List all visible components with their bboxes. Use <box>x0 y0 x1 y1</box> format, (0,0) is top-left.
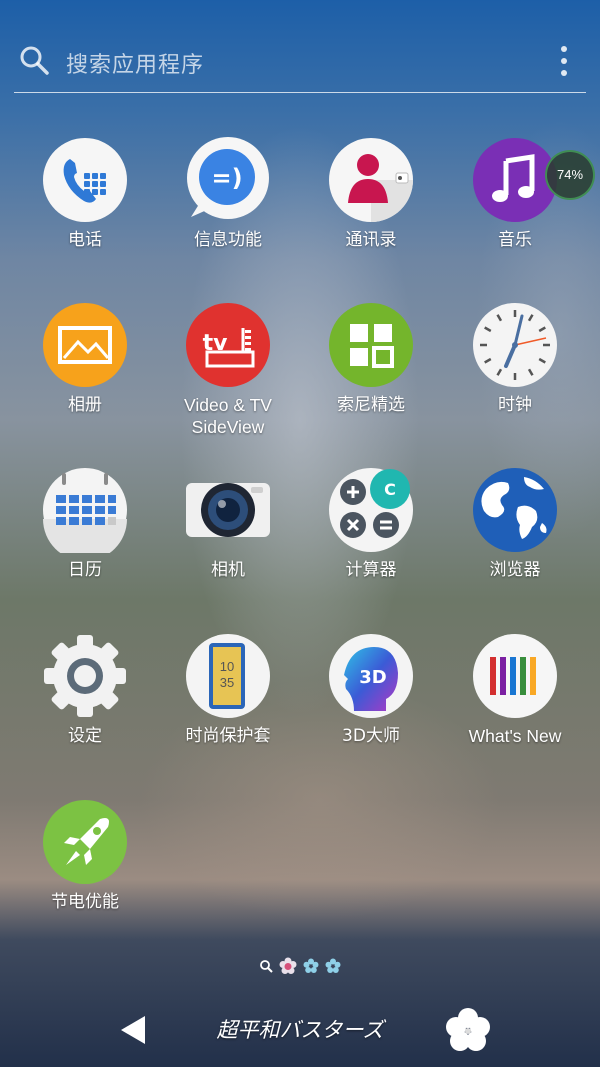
app-contacts[interactable]: 通讯录 <box>306 137 436 251</box>
app-video-tv-sideview[interactable]: tv Video & TV SideView <box>163 302 293 438</box>
app-album[interactable]: 相册 <box>20 302 150 416</box>
search-icon <box>20 46 49 75</box>
app-calendar[interactable]: 日历 <box>20 467 150 581</box>
calculator-icon: C <box>328 467 414 553</box>
app-label: 浏览器 <box>489 560 541 580</box>
svg-text:10: 10 <box>220 659 234 674</box>
page-flower-icon <box>325 958 341 973</box>
search-input[interactable]: 搜索应用程序 <box>66 47 204 79</box>
app-label: What's New <box>468 726 562 746</box>
svg-text:35: 35 <box>220 675 234 690</box>
camera-icon <box>185 467 271 553</box>
app-label: 节电优能 <box>51 892 119 912</box>
browser-globe-icon <box>472 467 558 553</box>
app-label: 时尚保护套 <box>185 726 271 746</box>
app-label: 计算器 <box>345 560 397 580</box>
app-messaging[interactable]: =) 信息功能 <box>163 137 293 251</box>
phone-icon <box>42 137 128 223</box>
app-label: 相册 <box>68 395 102 415</box>
app-settings[interactable]: 设定 <box>20 633 150 747</box>
app-label: 相机 <box>211 560 245 580</box>
calendar-icon <box>42 467 128 553</box>
video-tv-icon: tv <box>185 302 271 388</box>
svg-text:C: C <box>384 480 396 499</box>
app-label: 信息功能 <box>194 230 262 250</box>
app-camera[interactable]: 相机 <box>163 467 293 581</box>
bottom-navigation-bar: 超平和バスターズ <box>0 1000 600 1067</box>
overflow-menu-icon[interactable] <box>560 46 568 76</box>
3d-head-icon: 3D <box>328 633 414 719</box>
gear-icon <box>42 633 128 719</box>
page-indicators[interactable] <box>0 957 600 975</box>
back-triangle-icon[interactable] <box>115 1012 151 1048</box>
phone-cover-icon: 10 35 <box>185 633 271 719</box>
page-flower-icon <box>303 958 319 973</box>
messaging-icon: =) <box>185 137 271 223</box>
app-label: 电话 <box>68 230 102 250</box>
app-browser[interactable]: 浏览器 <box>450 467 580 581</box>
app-calculator[interactable]: C 计算器 <box>306 467 436 581</box>
current-page-flower-icon <box>279 957 297 974</box>
contacts-icon <box>328 137 414 223</box>
app-label: 3D大师 <box>342 726 400 746</box>
home-button-text[interactable]: 超平和バスターズ <box>200 1014 400 1044</box>
search-page-indicator-icon <box>260 960 273 973</box>
app-stamina[interactable]: 节电优能 <box>20 799 150 913</box>
app-sony-select[interactable]: 索尼精选 <box>306 302 436 416</box>
app-label: 索尼精选 <box>337 395 405 415</box>
app-label: 设定 <box>68 726 102 746</box>
flower-icon[interactable] <box>445 1007 491 1053</box>
app-label: 音乐 <box>498 230 532 250</box>
app-label: 通讯录 <box>345 230 397 250</box>
app-whats-new[interactable]: What's New <box>450 633 580 747</box>
svg-text:=): =) <box>211 164 242 192</box>
app-label: 时钟 <box>498 395 532 415</box>
app-search-bar[interactable]: 搜索应用程序 <box>14 30 586 93</box>
app-phone[interactable]: 电话 <box>20 137 150 251</box>
app-label: 日历 <box>68 560 102 580</box>
app-label: Video & TV SideView <box>184 395 272 437</box>
app-clock[interactable]: 时钟 <box>450 302 580 416</box>
sony-select-icon <box>328 302 414 388</box>
svg-text:3D: 3D <box>359 667 386 688</box>
rocket-icon <box>42 799 128 885</box>
clock-icon <box>472 302 558 388</box>
battery-widget[interactable]: 74% <box>545 150 595 200</box>
album-icon <box>42 302 128 388</box>
app-3d-creator[interactable]: 3D 3D大师 <box>306 633 436 747</box>
app-xperia-themes[interactable]: 10 35 时尚保护套 <box>163 633 293 747</box>
whats-new-icon <box>472 633 558 719</box>
